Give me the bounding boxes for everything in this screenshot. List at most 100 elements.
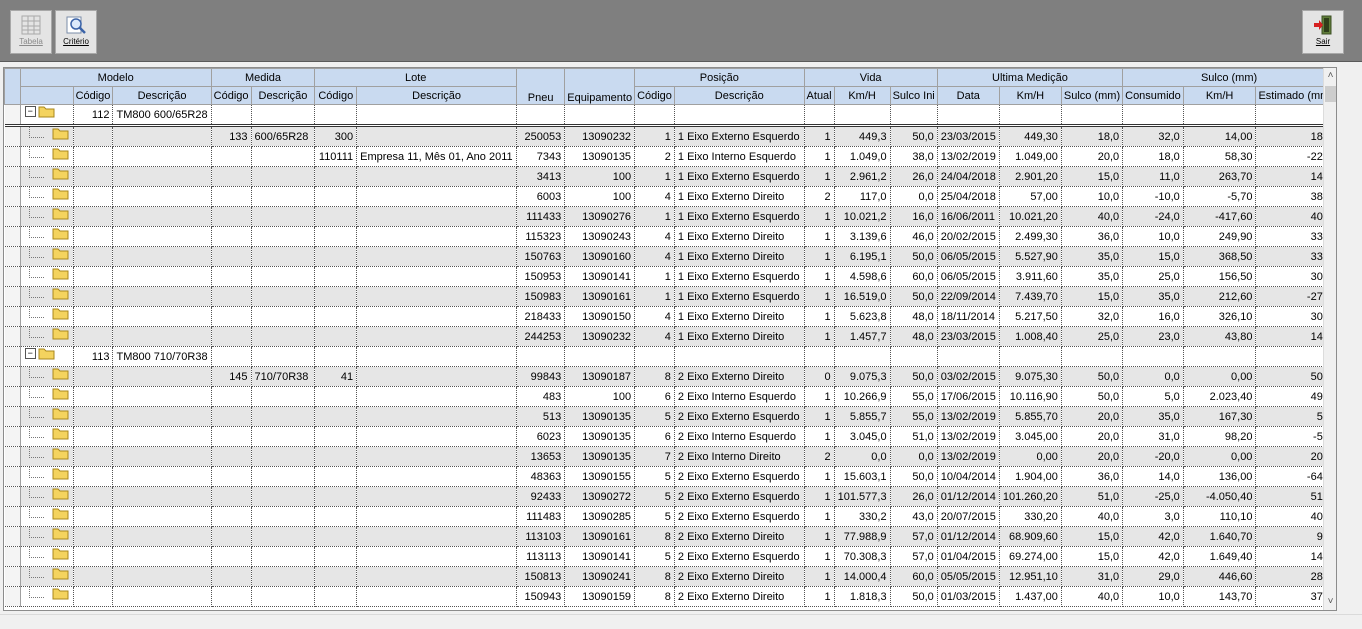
grid-cell[interactable]: 2 [804, 186, 835, 207]
grid-cell[interactable]: 5.527,90 [999, 246, 1062, 267]
grid-cell[interactable] [356, 226, 517, 247]
grid-cell[interactable] [211, 186, 252, 207]
row-indicator[interactable] [4, 306, 21, 327]
grid-cell[interactable]: 51,0 [890, 426, 938, 447]
grid-cell[interactable] [251, 446, 316, 467]
grid-cell[interactable]: 26,0 [890, 486, 938, 507]
grid-cell[interactable] [112, 286, 212, 307]
col-header[interactable]: Data [936, 86, 1000, 105]
grid-cell[interactable] [112, 506, 212, 527]
row-indicator[interactable] [4, 566, 21, 587]
grid-cell[interactable]: 16.519,0 [834, 286, 891, 307]
grid-cell[interactable]: 13/02/2019 [937, 426, 1000, 447]
grid-cell[interactable]: 5 [634, 486, 675, 507]
tree-cell[interactable] [20, 166, 74, 187]
grid-cell[interactable]: TM800 600/65R28 [112, 104, 212, 127]
grid-cell[interactable] [112, 326, 212, 347]
row-indicator[interactable] [4, 426, 21, 447]
grid-cell[interactable]: 03/02/2015 [937, 366, 1000, 387]
tree-cell[interactable] [20, 566, 74, 587]
grid-cell[interactable] [999, 104, 1062, 127]
grid-cell[interactable]: 60,0 [890, 566, 938, 587]
grid-cell[interactable]: 5 [634, 466, 675, 487]
scroll-thumb[interactable] [1325, 86, 1336, 102]
grid-cell[interactable]: 1 Eixo Interno Esquerdo [674, 146, 805, 167]
grid-cell[interactable] [314, 586, 358, 607]
grid-cell[interactable]: 13090232 [564, 125, 636, 147]
grid-cell[interactable] [356, 546, 517, 567]
grid-cell[interactable]: -20,0 [1122, 446, 1184, 467]
grid-cell[interactable]: 50,0 [890, 466, 938, 487]
table-row[interactable]: 150943 13090159 8 2 Eixo Externo Direito 1 1.… [4, 586, 1336, 607]
tree-cell[interactable] [20, 426, 74, 447]
col-header[interactable]: Descrição [673, 86, 805, 105]
grid-cell[interactable] [314, 506, 358, 527]
grid-cell[interactable]: 113 [73, 346, 114, 367]
col-header[interactable]: Código [314, 86, 358, 105]
grid-cell[interactable] [314, 104, 358, 127]
grid-cell[interactable] [112, 226, 212, 247]
scroll-up-icon[interactable]: ˄ [1324, 69, 1336, 83]
grid-cell[interactable]: 20/07/2015 [937, 506, 1000, 527]
grid-cell[interactable]: 1 Eixo Externo Esquerdo [674, 206, 805, 227]
grid-cell[interactable]: 10,0 [1122, 586, 1184, 607]
grid-cell[interactable]: 1 Eixo Externo Esquerdo [674, 166, 805, 187]
grid-cell[interactable]: 25,0 [1122, 266, 1184, 287]
table-row[interactable]: 111433 13090276 1 1 Eixo Externo Esquerdo 1 1… [4, 206, 1336, 227]
grid-cell[interactable]: 01/04/2015 [937, 546, 1000, 567]
grid-cell[interactable] [516, 346, 566, 367]
grid-cell[interactable]: 368,50 [1183, 246, 1257, 267]
grid-cell[interactable] [73, 466, 114, 487]
grid-cell[interactable]: 212,60 [1183, 286, 1257, 307]
grid-cell[interactable]: 31,0 [1061, 566, 1124, 587]
grid-cell[interactable] [251, 386, 316, 407]
grid-cell[interactable]: 6003 [516, 186, 566, 207]
grid-cell[interactable] [251, 406, 316, 427]
grid-cell[interactable]: 98,20 [1183, 426, 1257, 447]
row-indicator[interactable] [4, 506, 21, 527]
grid-cell[interactable]: 13090155 [564, 466, 636, 487]
grid-cell[interactable]: 2 Eixo Externo Esquerdo [674, 506, 805, 527]
table-row[interactable]: 3413 100 1 1 Eixo Externo Esquerdo 1 2.961,2 2… [4, 166, 1336, 187]
grid-cell[interactable] [314, 446, 358, 467]
grid-cell[interactable] [564, 104, 636, 127]
grid-cell[interactable]: 42,0 [1122, 546, 1184, 567]
grid-cell[interactable]: 3,0 [1122, 506, 1184, 527]
grid-cell[interactable] [356, 506, 517, 527]
grid-cell[interactable]: 48,0 [890, 306, 938, 327]
grid-cell[interactable] [211, 386, 252, 407]
grid-cell[interactable]: 263,70 [1183, 166, 1257, 187]
grid-cell[interactable] [314, 246, 358, 267]
grid-cell[interactable]: 2 Eixo Externo Direito [674, 366, 805, 387]
grid-cell[interactable]: 1 [804, 426, 835, 447]
grid-cell[interactable] [73, 266, 114, 287]
grid-cell[interactable] [314, 406, 358, 427]
grid-cell[interactable] [314, 486, 358, 507]
grid-cell[interactable]: 1 [804, 166, 835, 187]
grid-cell[interactable]: 35,0 [1061, 266, 1124, 287]
grid-cell[interactable] [73, 146, 114, 167]
grid-cell[interactable] [112, 486, 212, 507]
scroll-down-icon[interactable]: ˅ [1324, 595, 1336, 609]
grid-cell[interactable]: 43,0 [890, 506, 938, 527]
grid-cell[interactable]: 4 [634, 226, 675, 247]
grid-cell[interactable] [73, 326, 114, 347]
tree-cell[interactable] [20, 446, 74, 467]
row-indicator[interactable] [4, 586, 21, 607]
tree-cell[interactable] [20, 486, 74, 507]
grid-cell[interactable] [211, 506, 252, 527]
grid-cell[interactable]: 13090135 [564, 146, 636, 167]
grid-cell[interactable]: 113113 [516, 546, 566, 567]
grid-cell[interactable] [356, 266, 517, 287]
col-header[interactable]: Consumido [1122, 86, 1184, 105]
grid-cell[interactable]: 01/12/2014 [937, 486, 1000, 507]
grid-cell[interactable]: 25,0 [1061, 326, 1124, 347]
grid-cell[interactable]: 150943 [516, 586, 566, 607]
grid-cell[interactable] [211, 546, 252, 567]
grid-cell[interactable]: 32,0 [1061, 306, 1124, 327]
grid-cell[interactable] [211, 104, 252, 127]
grid-cell[interactable]: 23,0 [1122, 326, 1184, 347]
table-row[interactable]: 218433 13090150 4 1 Eixo Externo Direito 1 5.… [4, 306, 1336, 327]
grid-cell[interactable] [356, 486, 517, 507]
grid-cell[interactable]: 2 Eixo Externo Esquerdo [674, 486, 805, 507]
